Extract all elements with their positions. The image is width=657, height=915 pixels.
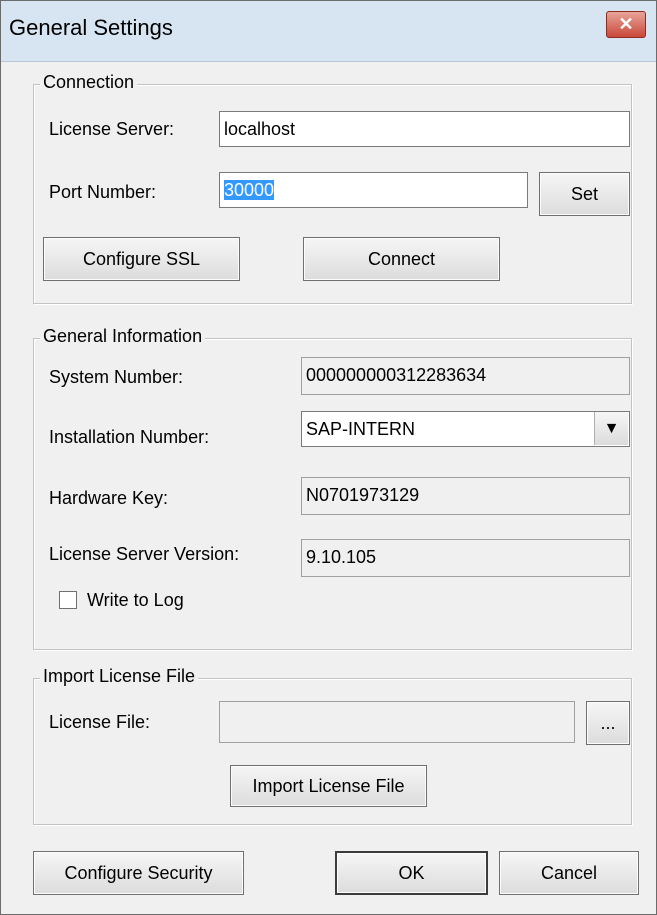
license-server-version-field: 9.10.105 xyxy=(301,539,630,577)
port-number-label: Port Number: xyxy=(49,182,157,202)
installation-number-label: Installation Number: xyxy=(49,427,210,447)
license-server-label: License Server: xyxy=(49,119,175,139)
browse-button[interactable]: ... xyxy=(586,701,630,745)
import-license-file-button[interactable]: Import License File xyxy=(230,765,427,807)
port-number-input[interactable]: 30000 xyxy=(219,172,528,208)
write-to-log-checkbox[interactable] xyxy=(59,591,77,609)
general-information-legend: General Information xyxy=(40,326,206,347)
connection-legend: Connection xyxy=(40,72,138,93)
ok-button[interactable]: OK xyxy=(335,851,488,895)
cancel-button[interactable]: Cancel xyxy=(499,851,639,895)
port-number-value: 30000 xyxy=(224,180,275,200)
title-bar[interactable]: General Settings ✕ xyxy=(1,1,656,62)
license-file-label: License File: xyxy=(49,712,151,732)
license-server-version-label: License Server Version: xyxy=(49,544,240,564)
general-settings-dialog: General Settings ✕ Connection License Se… xyxy=(0,0,657,915)
hardware-key-label: Hardware Key: xyxy=(49,488,169,508)
import-license-legend: Import License File xyxy=(40,666,199,687)
license-server-input[interactable]: localhost xyxy=(219,111,630,147)
license-file-input[interactable] xyxy=(219,701,575,743)
set-button[interactable]: Set xyxy=(539,172,630,216)
connect-button[interactable]: Connect xyxy=(303,237,500,281)
system-number-label: System Number: xyxy=(49,367,184,387)
hardware-key-field: N0701973129 xyxy=(301,477,630,515)
close-button[interactable]: ✕ xyxy=(606,11,646,38)
chevron-down-icon[interactable]: ▼ xyxy=(594,412,628,445)
system-number-field: 000000000312283634 xyxy=(301,357,630,395)
configure-ssl-button[interactable]: Configure SSL xyxy=(43,237,240,281)
installation-number-value: SAP-INTERN xyxy=(306,419,416,439)
installation-number-select[interactable]: SAP-INTERN xyxy=(301,411,630,447)
write-to-log-label[interactable]: Write to Log xyxy=(87,590,184,611)
configure-security-button[interactable]: Configure Security xyxy=(33,851,244,895)
close-icon: ✕ xyxy=(618,14,634,34)
window-title: General Settings xyxy=(9,15,173,40)
